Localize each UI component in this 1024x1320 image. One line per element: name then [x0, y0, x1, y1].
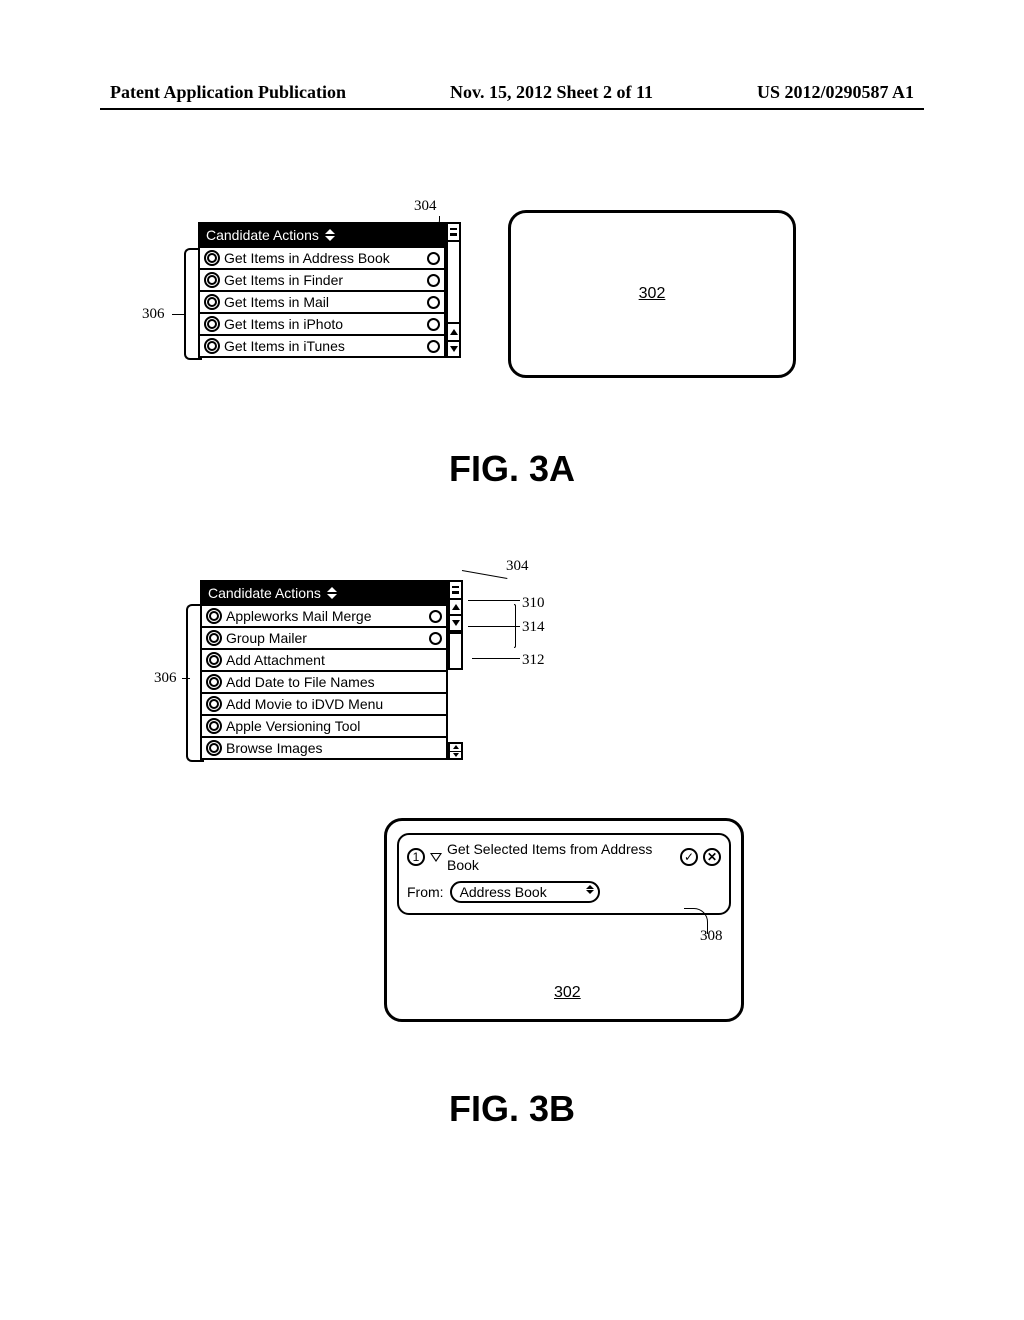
from-label: From:: [407, 884, 444, 900]
close-step-icon[interactable]: ✕: [703, 848, 721, 866]
dropdown-spinner-icon[interactable]: [586, 885, 594, 894]
action-icon: [204, 272, 220, 288]
ref-312: 312: [522, 652, 545, 669]
action-row[interactable]: Apple Versioning Tool: [200, 716, 448, 738]
scroll-thumb-icon[interactable]: [450, 582, 461, 600]
header-right: US 2012/0290587 A1: [757, 82, 914, 103]
leader-310: [468, 600, 520, 601]
action-indicator-icon: [427, 318, 440, 331]
scroll-down-icon[interactable]: [448, 340, 459, 356]
ref-304-3b: 304: [506, 558, 529, 575]
scrollbar-3a[interactable]: [446, 222, 461, 358]
brace-314: [514, 604, 516, 648]
action-row[interactable]: Add Attachment: [200, 650, 448, 672]
action-icon: [206, 740, 222, 756]
action-label: Get Items in Address Book: [224, 250, 423, 266]
action-indicator-icon: [429, 610, 442, 623]
workflow-ref-302-3a: 302: [639, 285, 666, 303]
action-icon: [206, 718, 222, 734]
leader-308: [684, 908, 708, 934]
candidate-actions-pane-3b: Candidate Actions Appleworks Mail Merge …: [200, 580, 448, 760]
action-label: Apple Versioning Tool: [226, 718, 442, 734]
action-row[interactable]: Get Items in iPhoto: [198, 314, 446, 336]
action-icon: [206, 674, 222, 690]
action-icon: [204, 250, 220, 266]
workflow-ref-302-3b: 302: [554, 984, 581, 1002]
leader-314: [468, 626, 520, 627]
status-ok-icon[interactable]: ✓: [680, 848, 698, 866]
scroll-down-icon[interactable]: [450, 616, 461, 632]
scrollbar-top-3b[interactable]: [448, 580, 463, 670]
scrollbar-bottom-3b[interactable]: [448, 742, 463, 760]
action-label: Get Items in Finder: [224, 272, 423, 288]
workflow-step[interactable]: 1 Get Selected Items from Address Book ✓…: [397, 833, 731, 915]
action-label: Appleworks Mail Merge: [226, 608, 425, 624]
scroll-down-icon[interactable]: [450, 752, 461, 759]
sort-spinner-icon[interactable]: [327, 586, 339, 600]
ref-310: 310: [522, 595, 545, 612]
action-indicator-icon: [427, 296, 440, 309]
action-icon: [206, 608, 222, 624]
ref-306-3a: 306: [142, 306, 165, 323]
scroll-track[interactable]: [448, 242, 459, 324]
action-row[interactable]: Add Date to File Names: [200, 672, 448, 694]
candidate-actions-header-3b[interactable]: Candidate Actions: [200, 580, 448, 606]
action-row[interactable]: Group Mailer: [200, 628, 448, 650]
action-icon: [204, 338, 220, 354]
action-label: Add Date to File Names: [226, 674, 442, 690]
action-label: Get Items in Mail: [224, 294, 423, 310]
candidate-actions-header-3a[interactable]: Candidate Actions: [198, 222, 446, 248]
scroll-up-icon[interactable]: [448, 324, 459, 340]
candidate-actions-title-3b: Candidate Actions: [208, 585, 321, 601]
action-icon: [206, 696, 222, 712]
scroll-up-icon[interactable]: [450, 744, 461, 752]
action-indicator-icon: [429, 632, 442, 645]
action-icon: [204, 316, 220, 332]
action-row[interactable]: Appleworks Mail Merge: [200, 606, 448, 628]
action-row[interactable]: Get Items in iTunes: [198, 336, 446, 358]
ref-306-3b: 306: [154, 670, 177, 687]
leader-312: [472, 658, 520, 659]
workflow-from-row: From: Address Book: [407, 881, 721, 903]
action-indicator-icon: [427, 252, 440, 265]
action-label: Browse Images: [226, 740, 442, 756]
action-row[interactable]: Browse Images: [200, 738, 448, 760]
workflow-area-3a[interactable]: 302: [508, 210, 796, 378]
action-label: Add Attachment: [226, 652, 442, 668]
action-icon: [206, 652, 222, 668]
scroll-thumb-icon[interactable]: [448, 224, 459, 242]
action-icon: [204, 294, 220, 310]
action-row[interactable]: Add Movie to iDVD Menu: [200, 694, 448, 716]
action-row[interactable]: Get Items in Finder: [198, 270, 446, 292]
scroll-up-icon[interactable]: [450, 600, 461, 616]
header-center: Nov. 15, 2012 Sheet 2 of 11: [450, 82, 653, 103]
action-indicator-icon: [427, 274, 440, 287]
action-label: Group Mailer: [226, 630, 425, 646]
action-row[interactable]: Get Items in Mail: [198, 292, 446, 314]
sort-spinner-icon[interactable]: [325, 228, 337, 242]
from-dropdown[interactable]: Address Book: [450, 881, 600, 903]
header-rule: [100, 108, 924, 110]
action-row[interactable]: Get Items in Address Book: [198, 248, 446, 270]
ref-314: 314: [522, 619, 545, 636]
step-number-icon: 1: [407, 848, 425, 866]
action-label: Add Movie to iDVD Menu: [226, 696, 442, 712]
scroll-track[interactable]: [450, 632, 461, 668]
page-header: Patent Application Publication Nov. 15, …: [0, 82, 1024, 103]
action-label: Get Items in iTunes: [224, 338, 423, 354]
workflow-step-title: Get Selected Items from Address Book: [447, 841, 675, 873]
candidate-actions-pane-3a: Candidate Actions Get Items in Address B…: [198, 222, 446, 358]
action-icon: [206, 630, 222, 646]
candidate-actions-title-3a: Candidate Actions: [206, 227, 319, 243]
figure-label-3b: FIG. 3B: [0, 1088, 1024, 1130]
from-value: Address Book: [460, 884, 547, 900]
action-indicator-icon: [427, 340, 440, 353]
figure-label-3a: FIG. 3A: [0, 448, 1024, 490]
leader-304-3b: [462, 570, 507, 579]
workflow-step-header: 1 Get Selected Items from Address Book ✓…: [407, 841, 721, 873]
disclosure-triangle-icon[interactable]: [430, 853, 442, 862]
ref-304-3a: 304: [414, 198, 437, 215]
action-label: Get Items in iPhoto: [224, 316, 423, 332]
header-left: Patent Application Publication: [110, 82, 346, 103]
